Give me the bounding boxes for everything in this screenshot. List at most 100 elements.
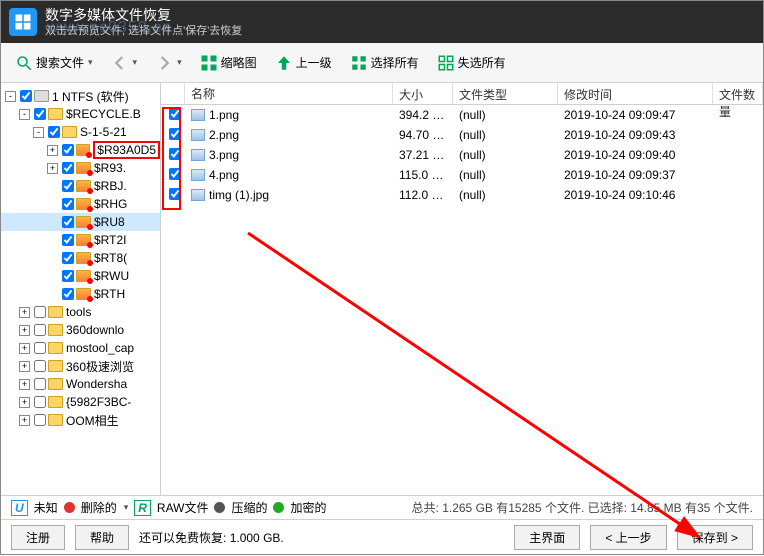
tree-expander[interactable]: - <box>5 91 16 102</box>
tree-node[interactable]: $RHG <box>1 195 160 213</box>
tree-node[interactable]: + tools <box>1 303 160 321</box>
tree-expander[interactable]: + <box>19 415 30 426</box>
arrow-left-icon <box>111 54 129 72</box>
col-name[interactable]: 名称 <box>185 83 393 104</box>
tree-node[interactable]: $RTH <box>1 285 160 303</box>
tree-label: $RU8 <box>94 215 125 229</box>
tree-node[interactable]: $RBJ. <box>1 177 160 195</box>
tree-expander[interactable]: + <box>47 163 58 174</box>
tree-node[interactable]: +360downlo <box>1 321 160 339</box>
file-row[interactable]: 4.png115.0 KB(null)2019-10-24 09:09:37 <box>161 165 763 185</box>
tree-label: S-1-5-21 <box>80 125 127 139</box>
tree-expander[interactable]: + <box>19 307 30 318</box>
unknown-badge: U <box>11 500 28 516</box>
col-count[interactable]: 文件数量 <box>713 83 763 104</box>
file-row[interactable]: 1.png394.2 KB(null)2019-10-24 09:09:47 <box>161 105 763 125</box>
select-all-button[interactable]: 选择所有 <box>342 50 427 76</box>
tree-label: $RWU <box>94 269 129 283</box>
prev-step-button[interactable]: < 上一步 <box>590 525 666 550</box>
folder-tree[interactable]: - 1 NTFS (软件) - $RECYCLE.B - S-1-5-21 + $R93A0D… <box>1 83 161 495</box>
tree-node[interactable]: +OOM相生 <box>1 411 160 429</box>
help-button[interactable]: 帮助 <box>75 525 129 550</box>
footer-bar: 注册 帮助 还可以免费恢复: 1.000 GB. 主界面 < 上一步 保存到 > <box>1 520 763 554</box>
tree-checkbox[interactable] <box>34 414 46 426</box>
deselect-all-button[interactable]: 失选所有 <box>429 50 514 76</box>
col-checkbox[interactable] <box>161 83 185 104</box>
thumbnails-button[interactable]: 缩略图 <box>192 50 265 76</box>
up-arrow-icon <box>275 54 293 72</box>
tree-label: $R93A0D5 <box>93 141 160 159</box>
tree-checkbox[interactable] <box>62 234 74 246</box>
tree-checkbox[interactable] <box>34 324 46 336</box>
folder-icon <box>48 360 63 372</box>
tree-expander[interactable]: - <box>33 127 44 138</box>
tree-expander[interactable]: + <box>19 325 30 336</box>
tree-checkbox[interactable] <box>62 198 74 210</box>
file-row[interactable]: 3.png37.21 KB(null)2019-10-24 09:09:40 <box>161 145 763 165</box>
tree-node[interactable]: - $RECYCLE.B <box>1 105 160 123</box>
register-button[interactable]: 注册 <box>11 525 65 550</box>
tree-node[interactable]: + $R93. <box>1 159 160 177</box>
file-name: timg (1).jpg <box>209 188 269 202</box>
tree-checkbox[interactable] <box>34 306 46 318</box>
tree-node[interactable]: $RU8 <box>1 213 160 231</box>
tree-expander[interactable]: + <box>19 361 30 372</box>
tree-node[interactable]: $RT8( <box>1 249 160 267</box>
col-type[interactable]: 文件类型 <box>453 83 558 104</box>
tree-checkbox[interactable] <box>34 396 46 408</box>
folder-icon <box>48 108 63 120</box>
tree-checkbox[interactable] <box>62 288 74 300</box>
tree-label: 1 NTFS (软件) <box>52 88 129 105</box>
col-date[interactable]: 修改时间 <box>558 83 713 104</box>
tree-expander[interactable]: + <box>19 343 30 354</box>
tree-checkbox[interactable] <box>62 270 74 282</box>
up-level-button[interactable]: 上一级 <box>267 50 340 76</box>
tree-label: 360downlo <box>66 323 124 337</box>
tree-expander <box>47 199 58 210</box>
tree-node[interactable]: $RWU <box>1 267 160 285</box>
search-button[interactable]: 搜索文件▾ <box>7 50 101 76</box>
tree-checkbox[interactable] <box>62 144 74 156</box>
tree-label: tools <box>66 305 91 319</box>
tree-expander <box>47 181 58 192</box>
file-row[interactable]: timg (1).jpg112.0 KB(null)2019-10-24 09:… <box>161 185 763 205</box>
tree-checkbox[interactable] <box>62 180 74 192</box>
tree-checkbox[interactable] <box>34 108 46 120</box>
tree-checkbox[interactable] <box>20 90 32 102</box>
tree-label: $RT8( <box>94 251 127 265</box>
tree-node[interactable]: +{5982F3BC- <box>1 393 160 411</box>
tree-node[interactable]: +Wondersha <box>1 375 160 393</box>
tree-checkbox[interactable] <box>62 162 74 174</box>
tree-expander[interactable]: + <box>19 397 30 408</box>
tree-expander[interactable]: - <box>19 109 30 120</box>
tree-node[interactable]: - 1 NTFS (软件) <box>1 87 160 105</box>
tree-checkbox[interactable] <box>34 360 46 372</box>
file-row[interactable]: 2.png94.70 KB(null)2019-10-24 09:09:43 <box>161 125 763 145</box>
tree-node[interactable]: + $R93A0D5 <box>1 141 160 159</box>
file-list[interactable]: 1.png394.2 KB(null)2019-10-24 09:09:472.… <box>161 105 763 495</box>
tree-checkbox[interactable] <box>34 378 46 390</box>
save-to-button[interactable]: 保存到 > <box>677 525 753 550</box>
tree-node[interactable]: +360极速浏览 <box>1 357 160 375</box>
tree-node[interactable]: $RT2I <box>1 231 160 249</box>
tree-expander[interactable]: + <box>19 379 30 390</box>
tree-label: $RECYCLE.B <box>66 107 141 121</box>
tree-label: $R93. <box>94 161 126 175</box>
nav-back-button[interactable]: ▾ <box>103 50 146 76</box>
home-button[interactable]: 主界面 <box>514 525 580 550</box>
window-subtitle: 双击去预览文件; 选择文件点'保存'去恢复 <box>45 24 242 38</box>
folder-icon <box>76 270 91 282</box>
image-file-icon <box>191 129 205 141</box>
status-bar: U 未知 删除的▾ R RAW文件 压缩的 加密的 总共: 1.265 GB 有… <box>1 496 763 520</box>
tree-label: $RT2I <box>94 233 126 247</box>
tree-node[interactable]: - S-1-5-21 <box>1 123 160 141</box>
col-size[interactable]: 大小 <box>393 83 453 104</box>
tree-expander[interactable]: + <box>47 145 58 156</box>
tree-checkbox[interactable] <box>34 342 46 354</box>
grid-icon <box>200 54 218 72</box>
tree-checkbox[interactable] <box>48 126 60 138</box>
nav-forward-button[interactable]: ▾ <box>147 50 190 76</box>
tree-node[interactable]: +mostool_cap <box>1 339 160 357</box>
tree-checkbox[interactable] <box>62 216 74 228</box>
tree-checkbox[interactable] <box>62 252 74 264</box>
